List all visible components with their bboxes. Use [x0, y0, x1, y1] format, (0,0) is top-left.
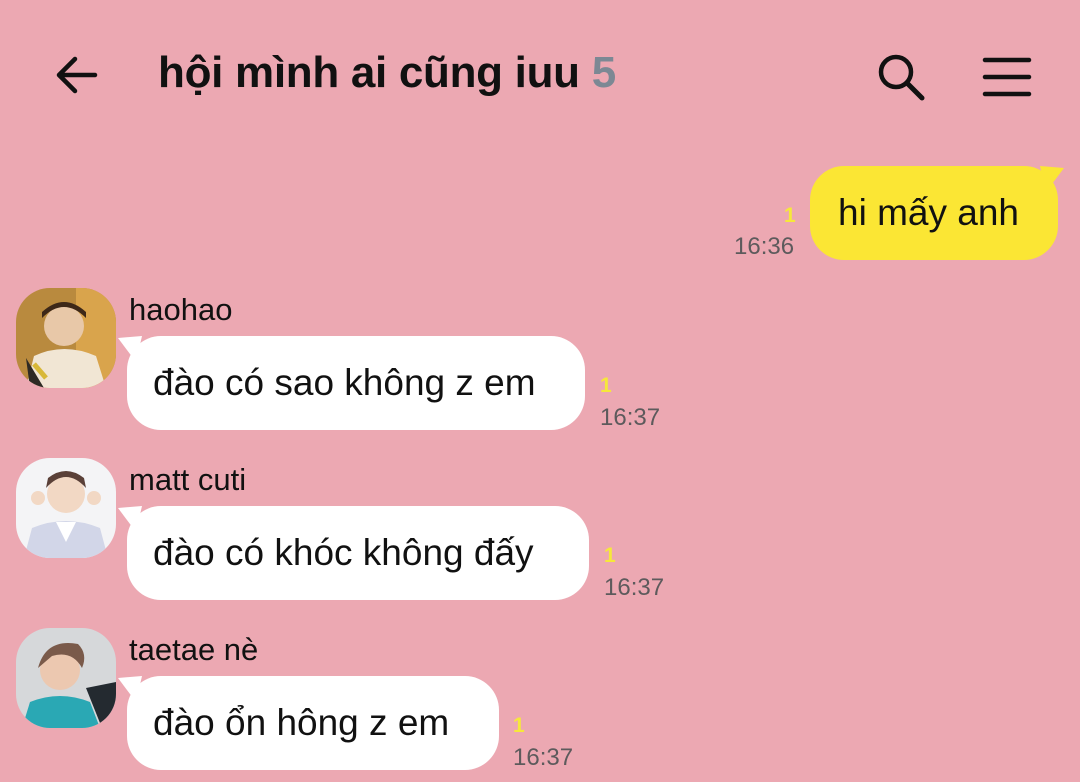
- arrow-left-icon: [56, 56, 98, 94]
- chat-header: hội mình ai cũng iuu 5: [0, 0, 1080, 150]
- avatar[interactable]: [16, 628, 116, 728]
- search-button[interactable]: [870, 46, 932, 108]
- message-text: hi mấy anh: [838, 192, 1019, 233]
- message-time: 16:37: [600, 404, 661, 431]
- hamburger-menu-icon: [982, 57, 1032, 97]
- message-text: đào có sao không z em: [153, 362, 536, 403]
- message-time: 16:36: [734, 233, 795, 260]
- message-bubble[interactable]: hi mấy anh: [810, 166, 1058, 260]
- chat-name: hội mình ai cũng iuu: [158, 48, 580, 97]
- back-button[interactable]: [48, 46, 106, 104]
- message-text: đào có khóc không đấy: [153, 532, 534, 573]
- avatar-image: [16, 288, 116, 388]
- bubble-tail: [118, 336, 142, 362]
- bubble-tail: [1040, 166, 1064, 192]
- message-bubble[interactable]: đào có khóc không đấy: [127, 506, 589, 600]
- sender-name: matt cuti: [129, 462, 247, 497]
- avatar-image: [16, 458, 116, 558]
- unread-count: 1: [604, 544, 616, 567]
- menu-button[interactable]: [976, 46, 1038, 108]
- message-bubble[interactable]: đào ổn hông z em: [127, 676, 499, 770]
- avatar[interactable]: [16, 458, 116, 558]
- unread-count: 1: [600, 374, 612, 397]
- bubble-tail: [118, 506, 142, 532]
- unread-count: 1: [513, 714, 525, 737]
- sender-name: haohao: [129, 292, 233, 327]
- sender-name: taetae nè: [129, 632, 259, 667]
- message-time: 16:37: [604, 574, 665, 601]
- avatar[interactable]: [16, 288, 116, 388]
- chat-title: hội mình ai cũng iuu 5: [158, 48, 616, 98]
- unread-count: 1: [784, 204, 796, 227]
- bubble-tail: [118, 676, 142, 702]
- avatar-image: [16, 628, 116, 728]
- message-time: 16:37: [513, 744, 574, 771]
- message-bubble[interactable]: đào có sao không z em: [127, 336, 585, 430]
- member-count: 5: [591, 48, 616, 97]
- message-text: đào ổn hông z em: [153, 702, 450, 743]
- search-icon: [878, 54, 925, 101]
